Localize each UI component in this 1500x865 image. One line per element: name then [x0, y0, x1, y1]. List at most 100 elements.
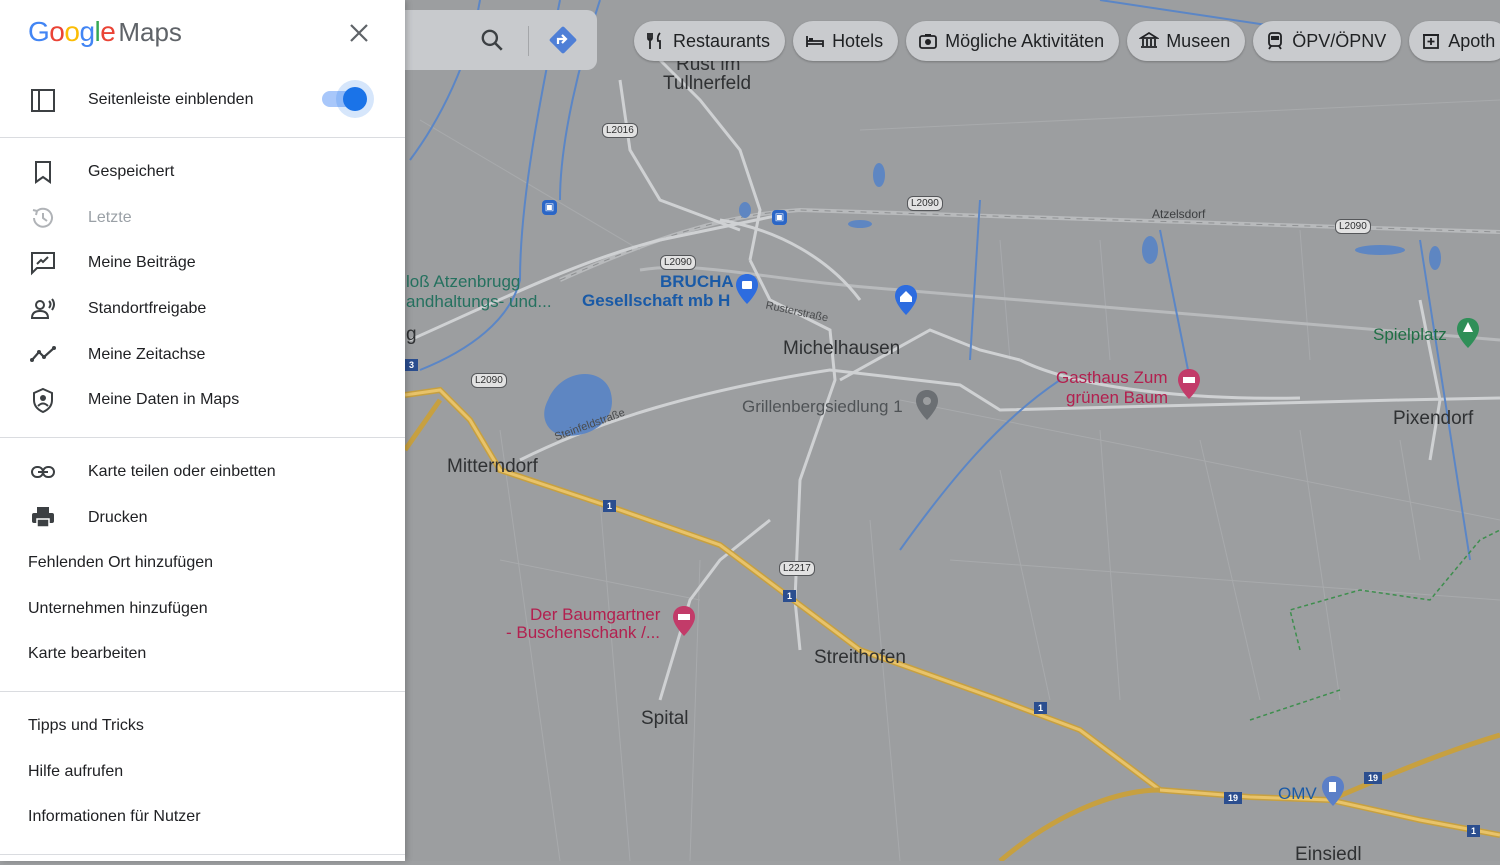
- poi-label-grillenberg[interactable]: Grillenbergsiedlung 1: [742, 398, 903, 415]
- sidebar-item-label: Meine Zeitachse: [88, 346, 206, 363]
- section-divider: [0, 854, 405, 855]
- sidebar-item-label: Meine Beiträge: [88, 254, 196, 271]
- sidebar-item-recent[interactable]: Letzte: [0, 196, 405, 240]
- chip-activities[interactable]: Mögliche Aktivitäten: [906, 21, 1120, 61]
- poi-label-gasthaus-2[interactable]: grünen Baum: [1066, 389, 1168, 406]
- train-station-icon[interactable]: ▣: [772, 210, 787, 225]
- close-icon: [350, 24, 368, 42]
- chip-pharmacy[interactable]: Apoth: [1409, 21, 1500, 61]
- pharmacy-icon: [1421, 31, 1441, 51]
- poi-pin-spielplatz-icon[interactable]: [1457, 318, 1479, 348]
- chip-label: Restaurants: [673, 30, 771, 51]
- bed-icon: [805, 31, 825, 51]
- poi-pin-home-icon[interactable]: [895, 285, 917, 315]
- poi-label-brucha-2[interactable]: Gesellschaft mb H: [582, 292, 730, 309]
- sidebar-item-add-missing-place[interactable]: Fehlenden Ort hinzufügen: [0, 541, 405, 585]
- logo-google-text: Google: [28, 16, 116, 47]
- chip-label: ÖPV/ÖPNV: [1292, 30, 1387, 51]
- chip-transit[interactable]: ÖPV/ÖPNV: [1253, 21, 1402, 61]
- train-station-icon[interactable]: ▣: [542, 200, 557, 215]
- timeline-icon: [28, 340, 58, 370]
- sidebar-item-label: Letzte: [88, 209, 132, 226]
- poi-label-schloss-1[interactable]: loß Atzenbrugg: [406, 273, 520, 290]
- map-label-tullnerfeld[interactable]: Tullnerfeld: [663, 74, 751, 93]
- section-divider: [0, 691, 405, 692]
- sidebar-item-help[interactable]: Hilfe aufrufen: [0, 750, 405, 794]
- map-label-spital[interactable]: Spital: [641, 709, 689, 728]
- printer-icon: [28, 503, 58, 533]
- poi-label-gasthaus-1[interactable]: Gasthaus Zum: [1056, 369, 1168, 386]
- shield-person-icon: [28, 385, 58, 415]
- search-divider: [528, 26, 529, 56]
- poi-pin-omv-icon[interactable]: [1322, 776, 1344, 806]
- sidebar-toggle-label: Seitenleiste einblenden: [88, 91, 254, 108]
- poi-label-schloss-2[interactable]: andhaltungs- und...: [406, 293, 552, 310]
- highway-shield-a1: 1: [1034, 702, 1048, 714]
- sidebar-item-label: Drucken: [88, 509, 148, 526]
- sidebar-item-tips[interactable]: Tipps und Tricks: [0, 704, 405, 748]
- history-icon: [28, 203, 58, 233]
- sidebar-item-contributions[interactable]: Meine Beiträge: [0, 241, 405, 285]
- sidebar-item-edit-map[interactable]: Karte bearbeiten: [0, 632, 405, 676]
- sidebar-item-my-data[interactable]: Meine Daten in Maps: [0, 378, 405, 422]
- search-icon[interactable]: [479, 27, 505, 53]
- sidebar-item-label: Gespeichert: [88, 163, 175, 180]
- sidebar-item-label: Meine Daten in Maps: [88, 391, 240, 408]
- chip-museums[interactable]: Museen: [1127, 21, 1246, 61]
- sidebar-item-add-business[interactable]: Unternehmen hinzufügen: [0, 587, 405, 631]
- close-button[interactable]: [344, 18, 374, 48]
- sidebar-toggle-switch[interactable]: [322, 80, 376, 118]
- sidebar-item-share-map[interactable]: Karte teilen oder einbetten: [0, 450, 405, 494]
- location-sharing-icon: [28, 294, 58, 324]
- fork-knife-icon: [646, 31, 666, 51]
- museum-icon: [1138, 31, 1161, 51]
- poi-label-omv[interactable]: OMV: [1278, 785, 1317, 802]
- directions-icon[interactable]: [548, 25, 578, 55]
- poi-pin-baumgartner-icon[interactable]: [673, 606, 695, 636]
- sidebar-item-user-info[interactable]: Informationen für Nutzer: [0, 795, 405, 839]
- poi-pin-gasthaus-icon[interactable]: [1178, 369, 1200, 399]
- sidebar-item-label: Standortfreigabe: [88, 300, 207, 317]
- category-chips: Restaurants Hotels Mögliche Aktivitäten …: [634, 21, 1500, 61]
- chip-label: Mögliche Aktivitäten: [945, 30, 1105, 51]
- logo-maps-text: Maps: [118, 17, 182, 47]
- highway-shield-a1: 1: [603, 500, 617, 512]
- chip-label: Hotels: [832, 30, 884, 51]
- sidebar-item-label: Hilfe aufrufen: [28, 763, 124, 780]
- map-label-michelhausen[interactable]: Michelhausen: [783, 339, 900, 358]
- sidebar-item-location-sharing[interactable]: Standortfreigabe: [0, 287, 405, 331]
- chip-restaurants[interactable]: Restaurants: [634, 21, 786, 61]
- sidebar-item-label: Fehlenden Ort hinzufügen: [28, 554, 214, 571]
- poi-label-spielplatz[interactable]: Spielplatz: [1373, 326, 1447, 343]
- poi-label-baumgartner-1[interactable]: Der Baumgartner: [530, 606, 660, 623]
- map-label-streithofen[interactable]: Streithofen: [814, 648, 906, 667]
- road-shield-l2090: L2090: [471, 373, 507, 388]
- search-box[interactable]: [395, 10, 597, 70]
- highway-shield-s19: 19: [1364, 772, 1383, 784]
- sidebar-item-saved[interactable]: Gespeichert: [0, 150, 405, 194]
- poi-pin-grillenberg-icon[interactable]: [916, 390, 938, 420]
- sidebar-item-label: Karte teilen oder einbetten: [88, 463, 276, 480]
- bookmark-icon: [28, 157, 58, 187]
- section-divider: [0, 137, 405, 138]
- poi-label-brucha-1[interactable]: BRUCHA: [660, 273, 734, 290]
- sidebar-panel-icon: [28, 85, 58, 115]
- camera-icon: [918, 31, 938, 51]
- road-shield-l2016: L2016: [602, 123, 638, 138]
- contributions-icon: [28, 248, 58, 278]
- sidebar-item-timeline[interactable]: Meine Zeitachse: [0, 333, 405, 377]
- map-label-mitterndorf[interactable]: Mitterndorf: [447, 457, 538, 476]
- sidebar-item-print[interactable]: Drucken: [0, 496, 405, 540]
- road-shield-l2090: L2090: [660, 255, 696, 270]
- sidebar-item-label: Tipps und Tricks: [28, 717, 144, 734]
- map-label-atzelsdorf[interactable]: Atzelsdorf: [1152, 208, 1205, 220]
- chip-hotels[interactable]: Hotels: [793, 21, 899, 61]
- poi-label-baumgartner-2[interactable]: - Buschenschank /...: [506, 624, 660, 641]
- poi-pin-brucha-icon[interactable]: [736, 274, 758, 304]
- map-label-fragment[interactable]: g: [406, 325, 417, 344]
- chip-label: Apoth: [1448, 30, 1496, 51]
- toggle-knob: [343, 87, 367, 111]
- section-divider: [0, 437, 405, 438]
- map-label-pixendorf[interactable]: Pixendorf: [1393, 409, 1473, 428]
- map-label-einsiedl[interactable]: Einsiedl: [1295, 845, 1362, 864]
